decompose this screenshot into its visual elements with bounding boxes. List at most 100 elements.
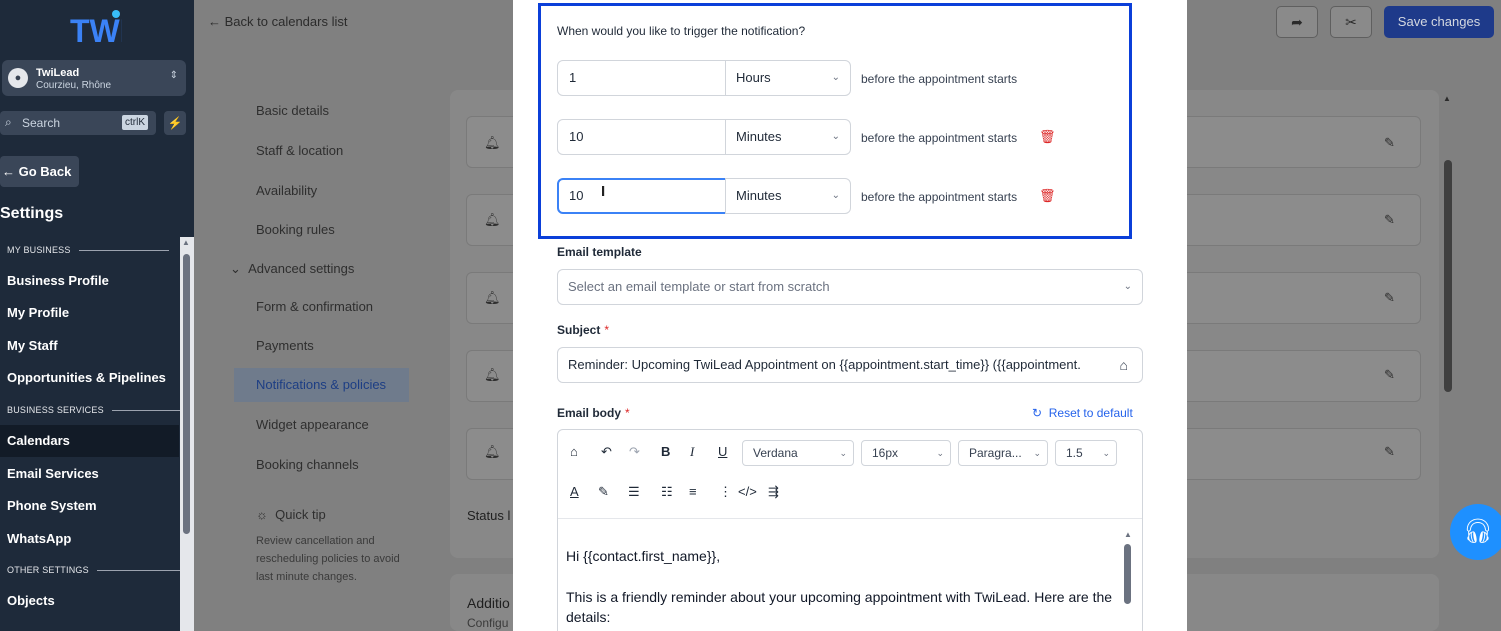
sidebar-item-business-profile[interactable]: Business Profile bbox=[7, 273, 109, 288]
email-template-placeholder: Select an email template or start from s… bbox=[568, 279, 830, 294]
chevron-down-icon: ⌄ bbox=[831, 131, 840, 142]
twilead-logo: TWI bbox=[70, 10, 122, 48]
font-family-select[interactable]: Verdana ⌄ bbox=[742, 440, 854, 466]
block-format-value: Paragra... bbox=[969, 446, 1022, 460]
reset-label: Reset to default bbox=[1048, 406, 1133, 420]
tag-icon[interactable]: ⌂ bbox=[570, 444, 578, 459]
menu-widget-appearance[interactable]: Widget appearance bbox=[256, 417, 369, 432]
text-color-icon[interactable]: A bbox=[570, 484, 579, 499]
trigger-unit-select[interactable]: Minutes ⌄ bbox=[725, 178, 851, 214]
reset-to-default-link[interactable]: ↻ Reset to default bbox=[1032, 406, 1133, 420]
trigger-suffix: before the appointment starts bbox=[861, 190, 1018, 204]
go-back-button[interactable]: ← Go Back bbox=[0, 156, 79, 187]
save-changes-button[interactable]: Save changes bbox=[1384, 6, 1494, 38]
required-mark: * bbox=[604, 323, 610, 337]
line-height-value: 1.5 bbox=[1066, 446, 1083, 460]
support-headset-icon[interactable]: 🎧︎ bbox=[1450, 504, 1501, 560]
italic-icon[interactable]: I bbox=[690, 444, 694, 460]
section-my-business: MY BUSINESS bbox=[7, 245, 168, 255]
menu-payments[interactable]: Payments bbox=[256, 338, 314, 353]
redo-icon[interactable]: ↷ bbox=[629, 444, 640, 460]
menu-notifications-policies[interactable]: Notifications & policies bbox=[234, 368, 409, 402]
sidebar-item-my-staff[interactable]: My Staff bbox=[7, 338, 58, 353]
trigger-unit-select[interactable]: Minutes ⌄ bbox=[725, 119, 851, 155]
sidebar-item-my-profile[interactable]: My Profile bbox=[7, 305, 69, 320]
subject-input[interactable]: Reminder: Upcoming TwiLead Appointment o… bbox=[557, 347, 1143, 383]
line-height-select[interactable]: 1.5 ⌄ bbox=[1055, 440, 1117, 466]
email-body-label-text: Email body bbox=[557, 406, 622, 420]
account-switcher[interactable]: ● TwiLead Courzieu, Rhône ⇕ bbox=[2, 60, 186, 96]
bold-icon[interactable]: B bbox=[661, 444, 670, 459]
email-body-line: Hi {{contact.first_name}}, bbox=[566, 548, 721, 564]
menu-basic-details[interactable]: Basic details bbox=[256, 103, 329, 118]
page-scrollbar-thumb[interactable] bbox=[1444, 160, 1452, 392]
trigger-value-input[interactable]: 10 bbox=[557, 178, 727, 214]
back-to-calendars-link[interactable]: ← Back to calendars list bbox=[208, 14, 347, 29]
menu-form-confirmation[interactable]: Form & confirmation bbox=[256, 299, 373, 314]
trigger-suffix: before the appointment starts bbox=[861, 72, 1018, 86]
search-placeholder: Search bbox=[22, 116, 61, 130]
text-cursor-icon: I bbox=[601, 183, 606, 200]
trigger-value-input[interactable]: 1 bbox=[557, 60, 727, 96]
menu-staff-location[interactable]: Staff & location bbox=[256, 143, 343, 158]
email-template-select[interactable]: Select an email template or start from s… bbox=[557, 269, 1143, 305]
block-format-select[interactable]: Paragra... ⌄ bbox=[958, 440, 1048, 466]
sidebar-item-opportunities[interactable]: Opportunities & Pipelines bbox=[7, 370, 166, 385]
subject-value: Reminder: Upcoming TwiLead Appointment o… bbox=[568, 357, 1081, 372]
menu-advanced-settings[interactable]: ⌄ Advanced settings bbox=[230, 261, 354, 277]
sidebar-item-objects[interactable]: Objects bbox=[7, 593, 55, 608]
trigger-unit-select[interactable]: Hours ⌄ bbox=[725, 60, 851, 96]
scroll-up-arrow-icon[interactable]: ▲ bbox=[182, 238, 190, 247]
font-size-select[interactable]: 16px ⌄ bbox=[861, 440, 951, 466]
numbered-list-icon[interactable]: ☷ bbox=[661, 484, 673, 500]
edit-pencil-icon[interactable]: ✎ bbox=[1384, 135, 1395, 151]
bell-icon: 🔔︎ bbox=[484, 367, 501, 382]
undo-icon[interactable]: ↶ bbox=[601, 444, 612, 460]
chevron-down-icon: ⌄ bbox=[1033, 448, 1041, 458]
more-options-icon[interactable]: ⋮ bbox=[719, 484, 732, 500]
share-icon[interactable]: ➦ bbox=[1276, 6, 1318, 38]
email-template-label: Email template bbox=[557, 245, 642, 259]
editor-scrollbar-thumb[interactable] bbox=[1124, 544, 1131, 604]
menu-booking-channels[interactable]: Booking channels bbox=[256, 457, 359, 472]
email-body-editor[interactable]: ⌂ ↶ ↷ B I U Verdana ⌄ 16px ⌄ Paragra... ⌄ 1… bbox=[557, 429, 1143, 631]
trigger-suffix: before the appointment starts bbox=[861, 131, 1018, 145]
section-other-settings: OTHER SETTINGS bbox=[7, 565, 187, 575]
edit-pencil-icon[interactable]: ✎ bbox=[1384, 212, 1395, 228]
align-icon[interactable]: ≡ bbox=[689, 484, 697, 499]
chevron-down-icon: ⌄ bbox=[839, 448, 847, 458]
sidebar-item-phone-system[interactable]: Phone System bbox=[7, 498, 97, 513]
user-icon: ● bbox=[8, 68, 28, 88]
edit-pencil-icon[interactable]: ✎ bbox=[1384, 367, 1395, 383]
code-icon[interactable]: </> bbox=[738, 484, 757, 499]
settings-title: Settings bbox=[0, 205, 64, 222]
wrap-icon[interactable]: ⇶ bbox=[768, 484, 779, 500]
trigger-value-input[interactable]: 10 bbox=[557, 119, 727, 155]
bell-icon: 🔔︎ bbox=[484, 290, 501, 305]
sidebar-item-whatsapp[interactable]: WhatsApp bbox=[7, 531, 71, 546]
highlight-icon[interactable]: ✎ bbox=[598, 484, 609, 500]
search-input[interactable]: ⌕ Search ctrlK bbox=[0, 111, 156, 135]
quick-action-bolt-icon[interactable]: ⚡ bbox=[164, 111, 186, 135]
toolbar-divider bbox=[558, 518, 1142, 519]
chevron-down-icon: ⌄ bbox=[831, 190, 840, 201]
trigger-unit-value: Minutes bbox=[736, 188, 782, 203]
account-location: Courzieu, Rhône bbox=[36, 80, 112, 91]
sidebar-scrollbar-thumb[interactable] bbox=[183, 254, 190, 534]
scroll-up-arrow-icon[interactable]: ▲ bbox=[1443, 94, 1451, 103]
underline-icon[interactable]: U bbox=[718, 444, 727, 459]
bullet-list-icon[interactable]: ☰ bbox=[628, 484, 640, 500]
shortcut-badge: ctrlK bbox=[122, 115, 148, 130]
edit-pencil-icon[interactable]: ✎ bbox=[1384, 444, 1395, 460]
tag-icon[interactable]: ⌂ bbox=[1120, 348, 1128, 382]
edit-pencil-icon[interactable]: ✎ bbox=[1384, 290, 1395, 306]
sidebar-item-calendars[interactable]: Calendars bbox=[0, 425, 179, 457]
lightbulb-icon: ☼ bbox=[256, 507, 268, 522]
menu-availability[interactable]: Availability bbox=[256, 183, 317, 198]
scroll-up-arrow-icon[interactable]: ▲ bbox=[1124, 530, 1132, 539]
trash-icon[interactable]: 🗑︎ bbox=[1039, 129, 1056, 145]
tools-icon[interactable]: ✂ bbox=[1330, 6, 1372, 38]
menu-booking-rules[interactable]: Booking rules bbox=[256, 222, 335, 237]
sidebar-item-email-services[interactable]: Email Services bbox=[7, 466, 99, 481]
trash-icon[interactable]: 🗑︎ bbox=[1039, 188, 1056, 204]
